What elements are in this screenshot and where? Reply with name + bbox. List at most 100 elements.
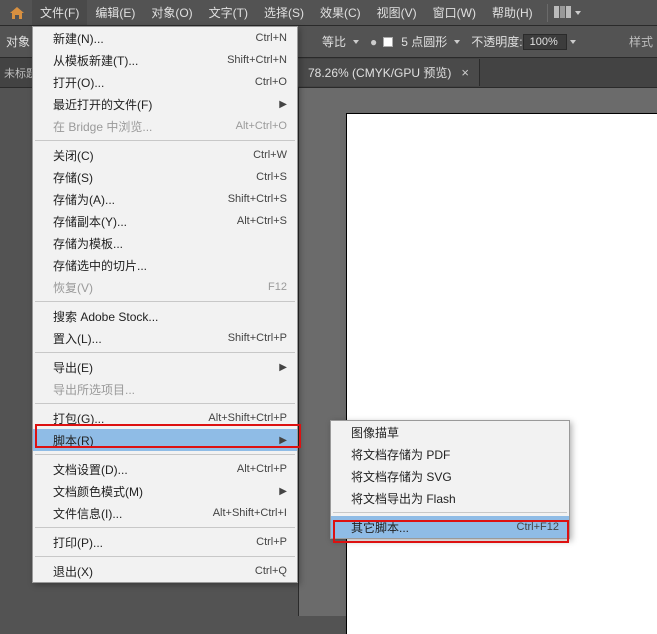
- file-menu-item-1[interactable]: 从模板新建(T)...Shift+Ctrl+N: [33, 49, 297, 71]
- script-menu-item-2[interactable]: 将文档存储为 SVG: [331, 465, 569, 487]
- file-menu-item-29[interactable]: 退出(X)Ctrl+Q: [33, 560, 297, 582]
- script-menu-item-5[interactable]: 其它脚本...Ctrl+F12: [331, 516, 569, 538]
- script-menu-separator: [333, 512, 567, 513]
- dot-icon: ●: [370, 35, 377, 49]
- file-menu-item-24[interactable]: 文档颜色模式(M)▶: [33, 480, 297, 502]
- file-menu-item-shortcut: Shift+Ctrl+N: [227, 54, 287, 66]
- toolbar-left-label: 对象: [6, 33, 30, 50]
- file-menu-separator: [35, 352, 295, 353]
- scale-value: 等比: [318, 32, 350, 51]
- file-menu-item-18: 导出所选项目...: [33, 378, 297, 400]
- file-menu-item-4: 在 Bridge 中浏览...Alt+Ctrl+O: [33, 115, 297, 137]
- script-menu-item-label: 将文档存储为 PDF: [351, 446, 559, 463]
- brush-dropdown[interactable]: 5 点圆形: [383, 32, 461, 51]
- file-menu-item-25[interactable]: 文件信息(I)...Alt+Shift+Ctrl+I: [33, 502, 297, 524]
- brush-swatch: [383, 37, 393, 47]
- doc-tab[interactable]: 78.26% (CMYK/GPU 预览) ×: [298, 59, 480, 86]
- script-menu-item-label: 将文档导出为 Flash: [351, 490, 559, 507]
- file-menu-item-0[interactable]: 新建(N)...Ctrl+N: [33, 27, 297, 49]
- file-menu-separator: [35, 556, 295, 557]
- file-menu-item-label: 打开(O)...: [53, 74, 255, 91]
- file-menu-item-8[interactable]: 存储为(A)...Shift+Ctrl+S: [33, 188, 297, 210]
- script-menu-item-0[interactable]: 图像描草: [331, 421, 569, 443]
- file-menu-item-label: 文档设置(D)...: [53, 461, 237, 478]
- file-menu-item-label: 最近打开的文件(F): [53, 96, 279, 113]
- file-menu-item-shortcut: Ctrl+W: [253, 149, 287, 161]
- file-menu-item-27[interactable]: 打印(P)...Ctrl+P: [33, 531, 297, 553]
- script-menu-item-label: 其它脚本...: [351, 519, 517, 536]
- file-menu-item-3[interactable]: 最近打开的文件(F)▶: [33, 93, 297, 115]
- script-menu-item-3[interactable]: 将文档导出为 Flash: [331, 487, 569, 509]
- file-menu-separator: [35, 403, 295, 404]
- file-menu-item-label: 置入(L)...: [53, 330, 228, 347]
- file-menu-item-shortcut: Alt+Ctrl+P: [237, 463, 287, 475]
- file-menu-separator: [35, 527, 295, 528]
- scale-dropdown[interactable]: 等比: [318, 32, 360, 51]
- home-icon[interactable]: [8, 4, 26, 22]
- file-menu-item-shortcut: Alt+Shift+Ctrl+P: [208, 412, 287, 424]
- file-menu-item-6[interactable]: 关闭(C)Ctrl+W: [33, 144, 297, 166]
- file-menu-item-label: 在 Bridge 中浏览...: [53, 118, 236, 135]
- file-menu-item-shortcut: Ctrl+O: [255, 76, 287, 88]
- opacity-label: 不透明度:: [471, 33, 522, 50]
- menu-edit[interactable]: 编辑(E): [87, 0, 143, 25]
- file-menu-item-label: 存储(S): [53, 169, 256, 186]
- menu-view[interactable]: 视图(V): [369, 0, 425, 25]
- artboard: [347, 114, 657, 634]
- script-menu-item-1[interactable]: 将文档存储为 PDF: [331, 443, 569, 465]
- doc-tab-label: 78.26% (CMYK/GPU 预览): [308, 64, 451, 81]
- menu-effect[interactable]: 效果(C): [312, 0, 369, 25]
- file-menu-item-10[interactable]: 存储为模板...: [33, 232, 297, 254]
- menu-file[interactable]: 文件(F): [32, 0, 87, 25]
- file-menu-item-12: 恢复(V)F12: [33, 276, 297, 298]
- file-menu-separator: [35, 301, 295, 302]
- file-menu-item-label: 存储为(A)...: [53, 191, 228, 208]
- file-menu-item-15[interactable]: 置入(L)...Shift+Ctrl+P: [33, 327, 297, 349]
- file-menu-item-shortcut: Alt+Shift+Ctrl+I: [213, 507, 287, 519]
- file-menu-item-shortcut: Ctrl+S: [256, 171, 287, 183]
- menu-window[interactable]: 窗口(W): [425, 0, 484, 25]
- file-menu-item-shortcut: Shift+Ctrl+S: [228, 193, 287, 205]
- file-menu-item-shortcut: Alt+Ctrl+O: [236, 120, 287, 132]
- file-menu-item-7[interactable]: 存储(S)Ctrl+S: [33, 166, 297, 188]
- file-menu-item-shortcut: Shift+Ctrl+P: [228, 332, 287, 344]
- file-menu-item-9[interactable]: 存储副本(Y)...Alt+Ctrl+S: [33, 210, 297, 232]
- file-menu-item-label: 导出所选项目...: [53, 381, 287, 398]
- script-menu-item-label: 将文档存储为 SVG: [351, 468, 559, 485]
- close-icon[interactable]: ×: [461, 65, 469, 80]
- file-dropdown-menu: 新建(N)...Ctrl+N从模板新建(T)...Shift+Ctrl+N打开(…: [32, 26, 298, 583]
- submenu-arrow-icon: ▶: [279, 362, 287, 373]
- menu-object[interactable]: 对象(O): [143, 0, 200, 25]
- script-menu-item-shortcut: Ctrl+F12: [517, 521, 560, 533]
- script-menu-item-label: 图像描草: [351, 424, 559, 441]
- menu-help[interactable]: 帮助(H): [484, 0, 541, 25]
- menu-select[interactable]: 选择(S): [256, 0, 312, 25]
- file-menu-item-17[interactable]: 导出(E)▶: [33, 356, 297, 378]
- file-menu-item-label: 搜索 Adobe Stock...: [53, 308, 287, 325]
- menu-text[interactable]: 文字(T): [201, 0, 256, 25]
- file-menu-item-label: 关闭(C): [53, 147, 253, 164]
- file-menu-item-label: 恢复(V): [53, 279, 268, 296]
- file-menu-item-label: 新建(N)...: [53, 30, 256, 47]
- file-menu-item-shortcut: F12: [268, 281, 287, 293]
- file-menu-item-shortcut: Ctrl+N: [256, 32, 287, 44]
- toolbar-style-label: 样式: [629, 33, 653, 50]
- file-menu-item-23[interactable]: 文档设置(D)...Alt+Ctrl+P: [33, 458, 297, 480]
- file-menu-item-11[interactable]: 存储选中的切片...: [33, 254, 297, 276]
- script-submenu: 图像描草将文档存储为 PDF 将文档存储为 SVG 将文档导出为 Flash 其它脚本…: [330, 420, 570, 539]
- file-menu-item-label: 打包(G)...: [53, 410, 208, 427]
- file-menu-item-label: 从模板新建(T)...: [53, 52, 227, 69]
- submenu-arrow-icon: ▶: [279, 99, 287, 110]
- layout-icon[interactable]: [554, 6, 572, 20]
- file-menu-item-label: 导出(E): [53, 359, 279, 376]
- brush-value: 5 点圆形: [397, 32, 451, 51]
- file-menu-item-20[interactable]: 打包(G)...Alt+Shift+Ctrl+P: [33, 407, 297, 429]
- file-menu-item-21[interactable]: 脚本(R)▶: [33, 429, 297, 451]
- file-menu-item-2[interactable]: 打开(O)...Ctrl+O: [33, 71, 297, 93]
- file-menu-separator: [35, 454, 295, 455]
- file-menu-item-shortcut: Alt+Ctrl+S: [237, 215, 287, 227]
- opacity-input[interactable]: [523, 34, 567, 50]
- file-menu-item-shortcut: Ctrl+P: [256, 536, 287, 548]
- file-menu-item-label: 文档颜色模式(M): [53, 483, 279, 500]
- file-menu-item-14[interactable]: 搜索 Adobe Stock...: [33, 305, 297, 327]
